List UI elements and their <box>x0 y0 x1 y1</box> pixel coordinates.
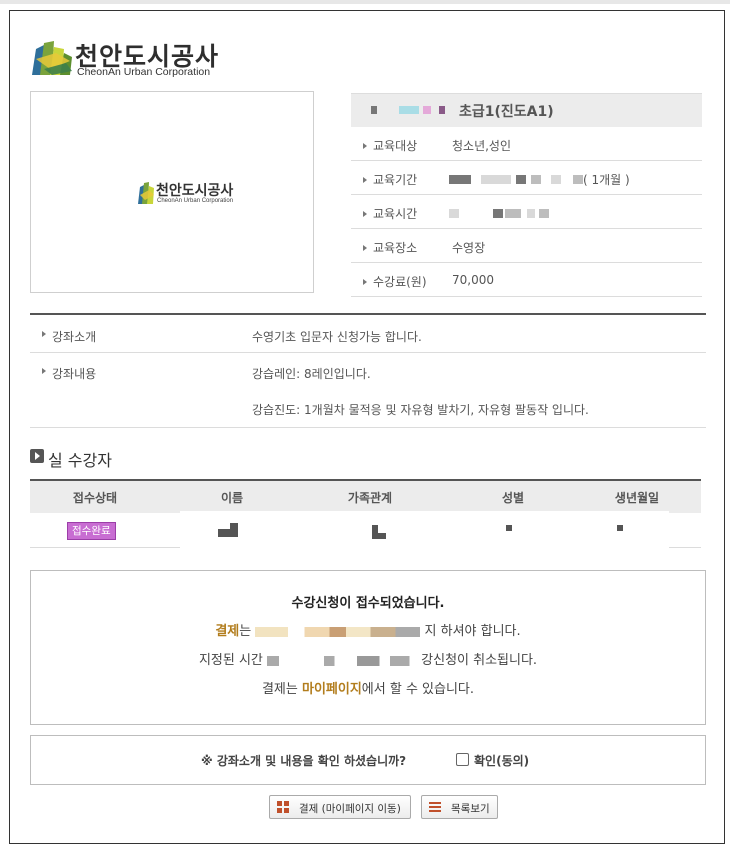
agree-checkbox[interactable] <box>456 753 469 766</box>
thumbnail-brand-en: CheonAn Urban Corporation <box>157 198 234 204</box>
message-text: 에서 할 수 있습니다. <box>361 682 475 697</box>
info-row-time: 교육시간 <box>351 195 702 229</box>
info-row-target: 교육대상 청소년,성인 <box>351 127 702 161</box>
button-label: 목록보기 <box>451 803 490 815</box>
column-header: 성별 <box>501 491 525 505</box>
redacted-text <box>439 106 445 114</box>
content-value-1: 강습레인: 8레인입니다. <box>252 367 371 381</box>
payment-word: 결제 <box>215 624 240 639</box>
redacted-text <box>506 525 512 531</box>
play-square-icon <box>30 449 44 463</box>
column-header: 가족관계 <box>347 491 393 505</box>
thumbnail-logo: 천안도시공사 CheonAn Urban Corporation <box>137 180 237 210</box>
content-value-2: 강습진도: 1개월차 물적응 및 자유형 발차기, 자유형 팔동작 입니다. <box>252 403 589 417</box>
info-label: 교육시간 <box>363 205 417 222</box>
message-text: 는 <box>239 624 252 639</box>
brand-name-en: CheonAn Urban Corporation <box>77 66 211 78</box>
info-row-period: 교육기간 ( 1개월 ) <box>351 161 702 195</box>
redacted-text <box>255 626 421 637</box>
content-row: 강좌내용 강습레인: 8레인입니다. 강습진도: 1개월차 물적응 및 자유형 … <box>30 353 706 428</box>
message-line-mypage: 결제는 마이페이지에서 할 수 있습니다. <box>31 678 705 697</box>
info-value: 70,000 <box>452 273 494 287</box>
redacted-text <box>505 209 521 218</box>
message-text: 결제는 <box>261 682 302 697</box>
redacted-text <box>539 209 549 218</box>
column-header: 이름 <box>220 491 244 505</box>
list-button[interactable]: 목록보기 <box>421 795 498 819</box>
message-text: 지정된 시간 <box>198 653 263 668</box>
redacted-text <box>449 175 471 184</box>
agreement-box: ※ 강좌소개 및 내용을 확인 하셨습니까? 확인(동의) <box>30 735 706 785</box>
redacted-text <box>481 175 511 184</box>
info-label: 교육기간 <box>363 171 417 188</box>
list-icon <box>429 802 441 812</box>
redacted-text <box>493 209 503 218</box>
redacted-text <box>218 529 238 537</box>
redacted-text <box>531 175 541 184</box>
status-badge: 접수완료 <box>67 522 116 540</box>
info-value: ( 1개월 ) <box>583 173 630 187</box>
course-title: 초급1(진도A1) <box>459 104 554 120</box>
course-intro-section: 강좌소개 수영기초 입문자 신청가능 합니다. 강좌내용 강습레인: 8레인입니… <box>30 313 706 428</box>
redacted-text <box>573 175 583 184</box>
city-logo-icon <box>138 182 154 204</box>
redacted-text <box>372 533 386 539</box>
page-frame: 천안도시공사 CheonAn Urban Corporation 천안도시공사 … <box>9 10 725 844</box>
info-label: 교육장소 <box>363 239 417 256</box>
section-title: 실 수강자 <box>48 451 112 470</box>
info-label: 수강료(원) <box>363 273 427 290</box>
thumbnail-brand-ko: 천안도시공사 <box>156 183 234 199</box>
redacted-text <box>516 175 526 184</box>
city-logo-icon <box>32 41 72 75</box>
column-header: 접수상태 <box>72 491 118 505</box>
redacted-text <box>371 106 377 114</box>
redacted-text <box>399 106 419 114</box>
redacted-text <box>617 525 623 531</box>
mypage-link[interactable]: 마이페이지 <box>302 682 362 697</box>
content-label: 강좌내용 <box>42 365 96 382</box>
info-value: 수영장 <box>452 241 486 255</box>
agreement-question: ※ 강좌소개 및 내용을 확인 하셨습니까? <box>201 754 407 768</box>
redacted-text <box>267 655 418 666</box>
agree-checkbox-label[interactable]: 확인(동의) <box>474 752 529 769</box>
message-line-payment: 결제는 지 하셔야 합니다. <box>31 620 705 639</box>
button-label: 결제 (마이페이지 이동) <box>299 803 401 815</box>
redacted-text <box>527 209 535 218</box>
intro-label: 강좌소개 <box>42 328 96 345</box>
redacted-text <box>551 175 561 184</box>
course-thumbnail: 천안도시공사 CheonAn Urban Corporation <box>30 91 314 293</box>
message-line-time: 지정된 시간 강신청이 취소됩니다. <box>31 649 705 668</box>
brand-logo[interactable]: 천안도시공사 CheonAn Urban Corporation <box>30 37 230 79</box>
info-label: 교육대상 <box>363 137 417 154</box>
course-title-bar: 초급1(진도A1) <box>351 93 702 127</box>
redacted-text <box>230 523 238 529</box>
redacted-text <box>449 209 459 218</box>
message-text: 지 하셔야 합니다. <box>424 624 521 639</box>
intro-value: 수영기초 입문자 신청가능 합니다. <box>252 330 422 344</box>
pay-mypage-button[interactable]: 결제 (마이페이지 이동) <box>269 795 411 819</box>
grid-icon <box>277 801 289 813</box>
message-headline: 수강신청이 접수되었습니다. <box>291 596 445 611</box>
table-header: 접수상태 이름 가족관계 성별 생년월일 <box>30 479 701 513</box>
info-value: 청소년,성인 <box>452 139 512 153</box>
intro-row: 강좌소개 수영기초 입문자 신청가능 합니다. <box>30 315 706 353</box>
info-row-place: 교육장소 수영장 <box>351 229 702 263</box>
info-row-fee: 수강료(원) 70,000 <box>351 263 702 297</box>
submission-message-box: 수강신청이 접수되었습니다. 결제는 지 하셔야 합니다. 지정된 시간 강신청… <box>30 570 706 725</box>
redacted-text <box>423 106 431 114</box>
column-header: 생년월일 <box>614 491 660 505</box>
message-text: 강신청이 취소됩니다. <box>421 653 538 668</box>
top-strip <box>0 0 730 4</box>
